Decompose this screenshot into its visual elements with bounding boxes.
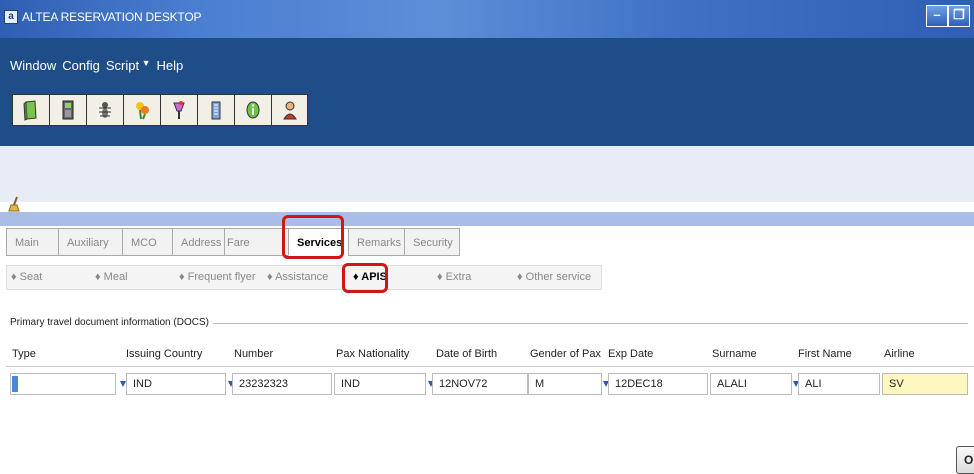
gender-select[interactable]: M — [528, 373, 602, 395]
dropdown-arrow-icon: ▼ — [139, 58, 151, 68]
title-bar: a ALTEA RESERVATION DESKTOP – ❐ — [0, 0, 974, 38]
col-surname: Surname — [712, 348, 757, 360]
col-airline: Airline — [884, 348, 915, 360]
col-number: Number — [234, 348, 274, 360]
app-icon: a — [4, 10, 18, 24]
subtab-meal[interactable]: ♦ Meal — [91, 266, 175, 289]
subtab-other-service-label: Other service — [525, 271, 592, 283]
subtab-meal-label: Meal — [103, 271, 128, 283]
bullet-icon: ♦ — [267, 271, 276, 283]
services-highlight — [282, 215, 344, 259]
surname-input[interactable]: ALALI — [710, 373, 792, 395]
toolbar-pin-button[interactable] — [160, 94, 197, 126]
service-subtabs: ♦ Seat ♦ Meal ♦ Frequent flyer ♦ Assista… — [6, 265, 602, 290]
menu-window[interactable]: Window — [10, 58, 56, 73]
separator-band — [0, 212, 974, 226]
tab-mco[interactable]: MCO — [122, 228, 172, 256]
bullet-icon: ♦ — [95, 271, 104, 283]
date-of-birth-input[interactable]: 12NOV72 — [432, 373, 528, 395]
ant-icon — [99, 102, 111, 118]
window-title: ALTEA RESERVATION DESKTOP — [22, 10, 202, 24]
workspace-band — [0, 146, 974, 202]
toolbar-book-button[interactable] — [12, 94, 49, 126]
toolbar-ant-button[interactable] — [86, 94, 123, 126]
tab-remarks[interactable]: Remarks — [348, 228, 404, 256]
menu-script-label: Script — [105, 58, 140, 73]
col-gender: Gender of Pax — [530, 348, 601, 360]
bullet-icon: ♦ — [517, 271, 526, 283]
flowers-icon — [136, 102, 149, 120]
col-exp-date: Exp Date — [608, 348, 654, 360]
phone-icon — [62, 100, 74, 120]
pax-nationality-select[interactable]: IND — [334, 373, 426, 395]
bullet-icon: ♦ — [179, 271, 188, 283]
restore-button[interactable]: ❐ — [948, 5, 970, 27]
toolbar-info-button[interactable] — [234, 94, 271, 126]
tab-auxiliary[interactable]: Auxiliary — [58, 228, 122, 256]
minimize-button[interactable]: – — [926, 5, 948, 27]
tab-main[interactable]: Main — [6, 228, 58, 256]
bullet-icon: ♦ — [437, 271, 446, 283]
col-pax-nationality: Pax Nationality — [336, 348, 410, 360]
tab-address[interactable]: Address — [172, 228, 224, 256]
menu-script[interactable]: Script ▼ — [106, 58, 151, 73]
bullet-icon: ♦ — [11, 271, 20, 283]
tab-security[interactable]: Security — [404, 228, 460, 256]
info-icon — [246, 101, 260, 119]
first-name-input[interactable]: ALI — [798, 373, 880, 395]
col-date-of-birth: Date of Birth — [436, 348, 498, 360]
apis-highlight — [342, 263, 388, 293]
menu-bar: Window Config Script ▼ Help — [10, 58, 183, 73]
menu-config[interactable]: Config — [62, 58, 100, 73]
header-divider — [6, 366, 974, 367]
tab-fare-elements[interactable]: Fare elements — [224, 228, 288, 277]
subtab-seat[interactable]: ♦ Seat — [7, 266, 91, 289]
toolbar — [12, 94, 308, 126]
window-controls: – ❐ — [926, 5, 970, 27]
toolbar-phone-button[interactable] — [49, 94, 86, 126]
exp-date-input[interactable]: 12DEC18 — [608, 373, 708, 395]
menu-help[interactable]: Help — [156, 58, 183, 73]
toolbar-building-button[interactable] — [197, 94, 234, 126]
subtab-extra-label: Extra — [445, 271, 472, 283]
building-icon — [211, 101, 221, 120]
toolbar-person-button[interactable] — [271, 94, 308, 126]
broom-icon[interactable] — [8, 196, 24, 212]
menu-area: Window Config Script ▼ Help — [0, 38, 974, 146]
airline-input[interactable]: SV — [882, 373, 968, 395]
col-first-name: First Name — [798, 348, 852, 360]
col-issuing-country: Issuing Country — [126, 348, 203, 360]
subtab-frequent-flyer-label: Frequent flyer — [187, 271, 256, 283]
type-select[interactable]: P — [10, 373, 116, 395]
pin-icon — [173, 101, 185, 119]
section-divider — [178, 323, 968, 324]
section-title: Primary travel document information (DOC… — [10, 317, 213, 328]
ok-button[interactable]: Ok — [956, 446, 974, 474]
subtab-other-service[interactable]: ♦ Other service — [513, 266, 601, 289]
subtab-frequent-flyer[interactable]: ♦ Frequent flyer — [175, 266, 263, 289]
main-tabs: Main Auxiliary MCO Address Fare elements… — [6, 228, 460, 277]
subtab-extra[interactable]: ♦ Extra — [433, 266, 513, 289]
toolbar-flowers-button[interactable] — [123, 94, 160, 126]
subtab-assistance[interactable]: ♦ Assistance — [263, 266, 349, 289]
person-icon — [282, 101, 297, 120]
number-input[interactable]: 23232323 — [232, 373, 332, 395]
book-icon — [23, 100, 37, 121]
type-selection-marker — [12, 376, 18, 392]
col-type: Type — [12, 348, 36, 360]
issuing-country-select[interactable]: IND — [126, 373, 226, 395]
subtab-seat-label: Seat — [19, 271, 43, 283]
subtab-assistance-label: Assistance — [275, 271, 329, 283]
